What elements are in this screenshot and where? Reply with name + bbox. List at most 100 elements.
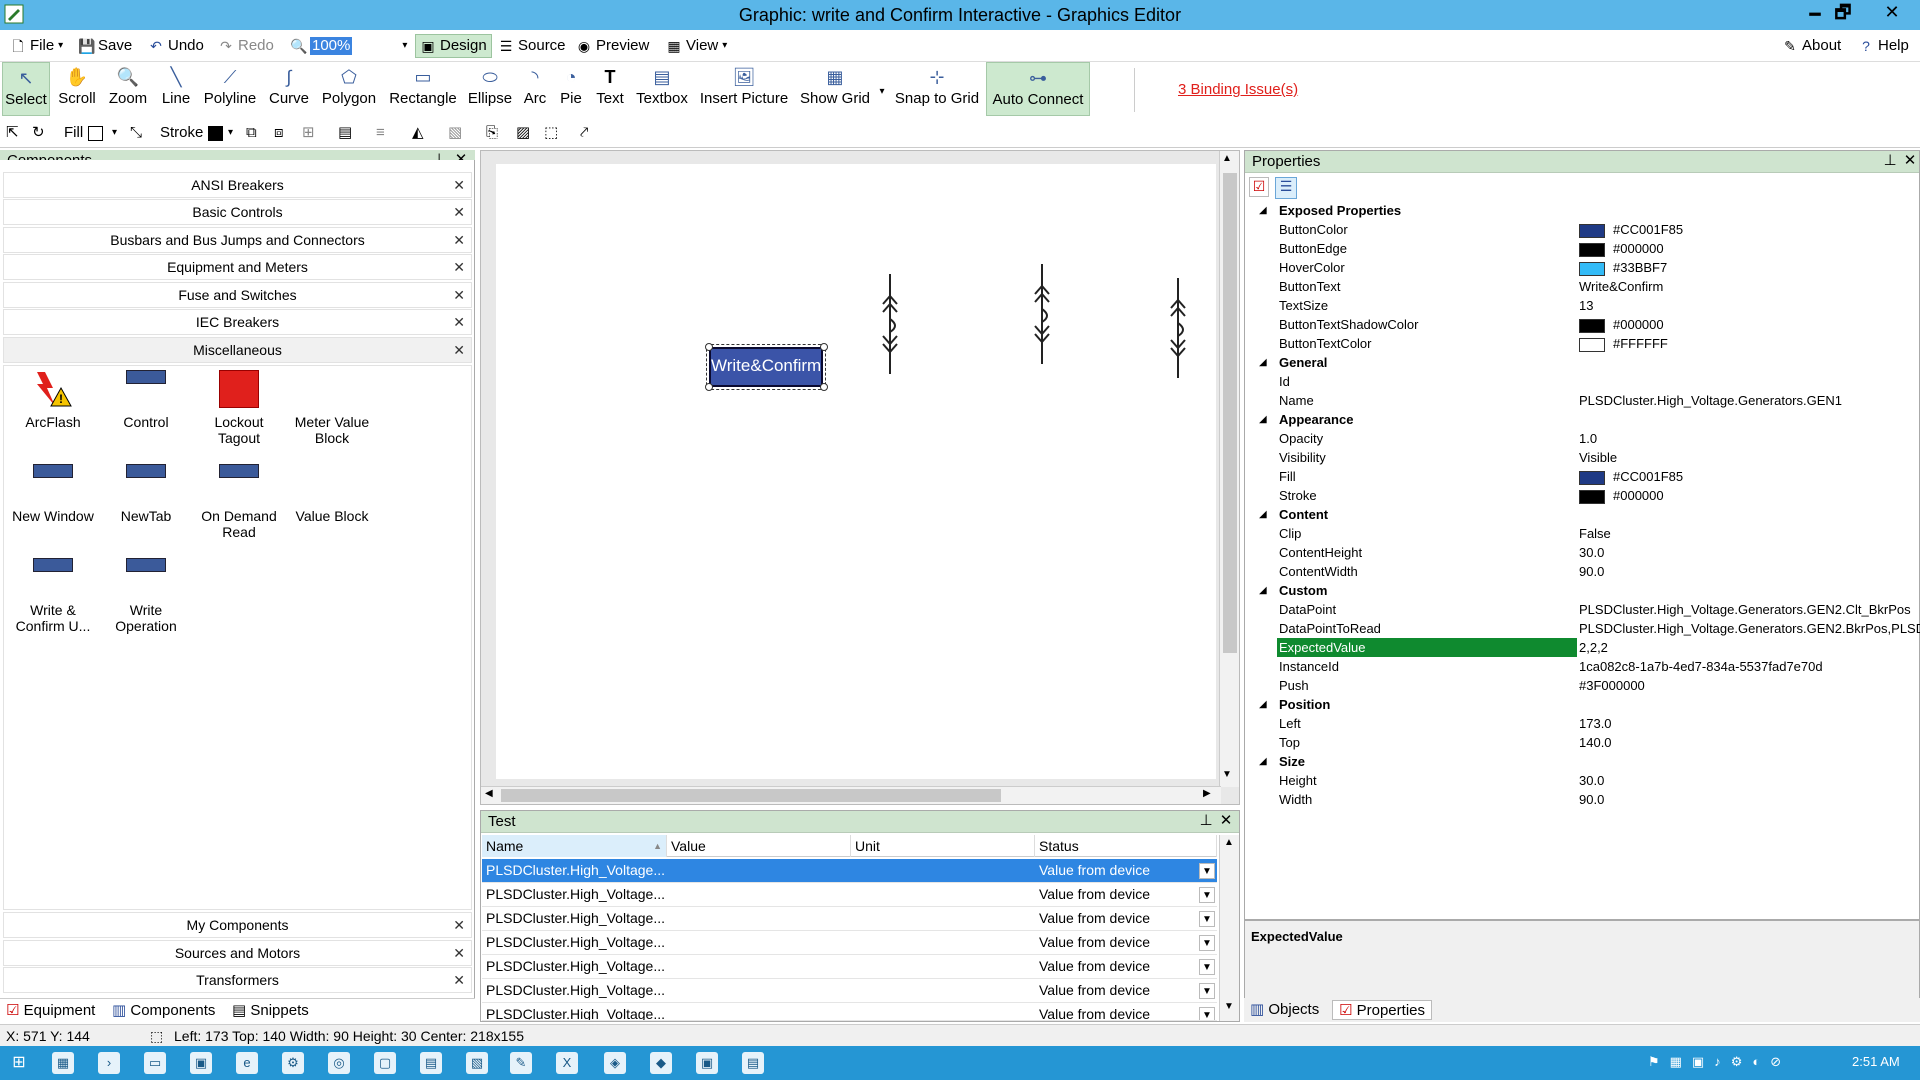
scroll-down-icon[interactable]: ▼ (1222, 769, 1232, 780)
close-icon[interactable]: ✕ (453, 941, 465, 966)
table-row[interactable]: PLSDCluster.High_Voltage... Value from de… (482, 955, 1217, 979)
category-fuse-switches[interactable]: Fuse and Switches ✕ (3, 282, 472, 308)
app-icon-6[interactable]: ▣ (696, 1052, 718, 1074)
component-arcflash[interactable]: ! ArcFlash (7, 370, 99, 430)
status-dropdown[interactable]: ▼ (1199, 959, 1215, 975)
order-icon[interactable]: ▤ (338, 123, 352, 143)
transform-icon[interactable]: ⬚ (544, 123, 558, 143)
category-sources-motors[interactable]: Sources and Motors ✕ (3, 940, 472, 966)
category-my-components[interactable]: My Components ✕ (3, 912, 472, 938)
collapse-icon[interactable]: ◢ (1259, 353, 1267, 372)
binding-issues-link[interactable]: 3 Binding Issue(s) (1178, 81, 1298, 98)
show-grid-tool[interactable]: ▦ Show Grid (798, 62, 872, 116)
app-icon-3[interactable]: ▧ (466, 1052, 488, 1074)
property-row[interactable]: ExpectedValue 2,2,2 (1245, 638, 1920, 657)
preview-tab[interactable]: ◉ Preview (576, 34, 649, 58)
property-row[interactable]: HoverColor #33BBF7 (1245, 258, 1920, 277)
component-on-demand-read[interactable]: On Demand Read (193, 464, 285, 540)
canvas-horizontal-scrollbar[interactable]: ◀ ▶ (481, 786, 1221, 804)
resize-handle[interactable] (820, 343, 828, 351)
collapse-icon[interactable]: ◢ (1259, 695, 1267, 714)
cell-value[interactable] (667, 979, 849, 1003)
color-swatch[interactable] (1579, 223, 1605, 238)
cell-value[interactable] (667, 1003, 849, 1020)
curve-tool[interactable]: ∫ Curve (266, 62, 312, 116)
property-value[interactable]: PLSDCluster.High_Voltage.Generators.GEN2… (1577, 619, 1920, 638)
category-transformers[interactable]: Transformers ✕ (3, 967, 472, 993)
tab-properties[interactable]: ☑ Properties (1332, 1000, 1432, 1020)
zoom-tool[interactable]: 🔍 Zoom (104, 62, 152, 116)
distribute-icon[interactable]: ≡ (376, 123, 385, 143)
property-row[interactable]: ButtonColor #CC001F85 (1245, 220, 1920, 239)
status-dropdown[interactable]: ▼ (1199, 983, 1215, 999)
close-icon[interactable]: ✕ (453, 338, 465, 363)
component-meter-value-block[interactable]: Meter Value Block (286, 370, 378, 446)
cell-value[interactable] (667, 859, 849, 883)
powershell-icon[interactable]: › (98, 1052, 120, 1074)
scroll-tool[interactable]: ✋ Scroll (54, 62, 100, 116)
view-menu[interactable]: ▦ View ▾ (666, 34, 727, 58)
file-menu[interactable]: 🗋 File ▾ (10, 34, 63, 58)
property-value[interactable]: #CC001F85 (1577, 467, 1920, 486)
property-row[interactable]: ButtonTextShadowColor #000000 (1245, 315, 1920, 334)
server-manager-icon[interactable]: ▦ (52, 1052, 74, 1074)
image-icon[interactable]: ▨ (516, 123, 530, 143)
source-tab[interactable]: ☰ Source (498, 34, 566, 58)
resize-handle[interactable] (820, 383, 828, 391)
close-icon[interactable]: ✕ (453, 200, 465, 225)
maximize-button[interactable]: 🗗 (1824, 0, 1862, 26)
property-value[interactable]: PLSDCluster.High_Voltage.Generators.GEN2… (1577, 600, 1920, 619)
zoom-value[interactable]: 100% (310, 37, 353, 55)
tab-snippets[interactable]: ▤ Snippets (232, 1001, 309, 1021)
property-value[interactable]: 2,2,2 (1577, 638, 1920, 657)
start-icon[interactable]: ⊞ (8, 1052, 30, 1074)
property-value[interactable]: 1ca082c8-1a7b-4ed7-834a-5537fad7e70d (1577, 657, 1920, 676)
scroll-left-icon[interactable]: ◀ (485, 788, 493, 799)
fill-dropdown-icon[interactable]: ▾ (112, 123, 117, 143)
status-dropdown[interactable]: ▼ (1199, 1007, 1215, 1020)
select-tool[interactable]: ↖ Select (2, 62, 50, 116)
scroll-right-icon[interactable]: ▶ (1203, 788, 1211, 799)
property-row[interactable]: Opacity 1.0 (1245, 429, 1920, 448)
property-value[interactable]: #000000 (1577, 486, 1920, 505)
property-value[interactable]: 30.0 (1577, 771, 1920, 790)
property-value[interactable]: #CC001F85 (1577, 220, 1920, 239)
size-icon[interactable]: ▧ (448, 123, 462, 143)
property-row[interactable]: Height 30.0 (1245, 771, 1920, 790)
ellipse-tool[interactable]: ⬭ Ellipse (466, 62, 514, 116)
scroll-up-icon[interactable]: ▲ (1222, 153, 1232, 164)
arc-tool[interactable]: ◝ Arc (520, 62, 550, 116)
property-row[interactable]: ContentWidth 90.0 (1245, 562, 1920, 581)
property-row[interactable]: ButtonText Write&Confirm (1245, 277, 1920, 296)
alphabetical-view-icon[interactable]: ☰ (1275, 177, 1297, 199)
app-icon-4[interactable]: ◈ (604, 1052, 626, 1074)
clock[interactable]: 2:51 AM (1852, 1054, 1900, 1069)
scroll-thumb[interactable] (501, 789, 1001, 802)
property-value[interactable]: #FFFFFF (1577, 334, 1920, 353)
component-lockout-tagout[interactable]: Lockout Tagout (193, 370, 285, 446)
close-icon[interactable]: ✕ (453, 968, 465, 993)
excel-icon[interactable]: X (556, 1052, 578, 1074)
property-row[interactable]: Left 173.0 (1245, 714, 1920, 733)
fill-swatch[interactable] (88, 126, 103, 141)
design-tab[interactable]: ▣ Design (415, 34, 492, 58)
component-control[interactable]: Control (100, 370, 192, 430)
canvas-vertical-scrollbar[interactable]: ▲ ▼ (1219, 151, 1239, 787)
auto-connect-tool[interactable]: ⊶ Auto Connect (986, 62, 1090, 116)
close-icon[interactable]: ✕ (453, 255, 465, 280)
category-basic-controls[interactable]: Basic Controls ✕ (3, 199, 472, 225)
property-value[interactable]: PLSDCluster.High_Voltage.Generators.GEN1 (1577, 391, 1920, 410)
scroll-thumb[interactable] (1223, 173, 1237, 653)
component-write-confirm[interactable]: Write & Confirm U... (7, 558, 99, 634)
column-name[interactable]: Name ▲ (482, 835, 667, 857)
property-row[interactable]: Visibility Visible (1245, 448, 1920, 467)
property-row[interactable]: DataPointToRead PLSDCluster.High_Voltage.… (1245, 619, 1920, 638)
scroll-up-icon[interactable]: ▲ (1224, 837, 1234, 848)
collapse-icon[interactable]: ◢ (1259, 410, 1267, 429)
cell-value[interactable] (667, 931, 849, 955)
color-swatch[interactable] (1579, 242, 1605, 257)
ungroup-icon[interactable]: ⧈ (274, 123, 284, 143)
close-icon[interactable]: ✕ (453, 913, 465, 938)
color-swatch[interactable] (1579, 489, 1605, 504)
table-row[interactable]: PLSDCluster.High_Voltage... Value from de… (482, 883, 1217, 907)
